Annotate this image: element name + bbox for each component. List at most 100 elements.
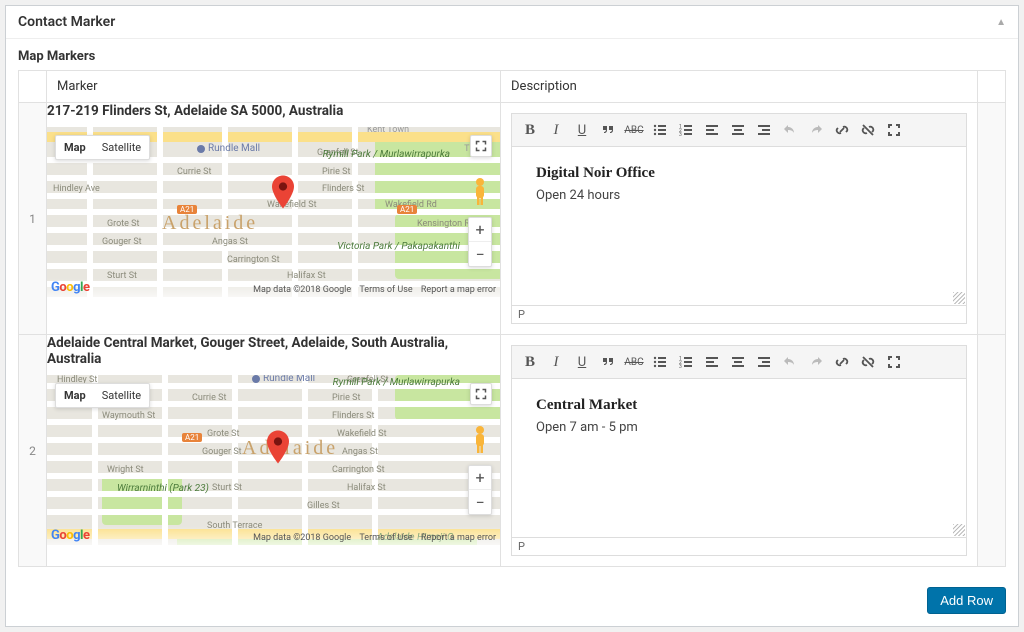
blockquote-button[interactable] [596, 118, 620, 142]
zoom-out-button[interactable]: − [469, 490, 491, 514]
description-cell: B I U ABC 123 [501, 335, 978, 567]
col-desc-header: Description [501, 71, 978, 103]
desc-title: Central Market [536, 397, 942, 414]
markers-table: Marker Description 1 217-219 Flinders St… [18, 70, 1006, 567]
editor-content[interactable]: Central Market Open 7 am - 5 pm [511, 378, 967, 538]
map-type-control[interactable]: Map Satellite [55, 383, 150, 408]
resize-handle[interactable] [953, 524, 965, 536]
undo-button[interactable] [778, 118, 802, 142]
map-type-satellite[interactable]: Satellite [94, 136, 149, 159]
bold-button[interactable]: B [518, 118, 542, 142]
blockquote-button[interactable] [596, 350, 620, 374]
google-logo: Google [51, 280, 89, 295]
bullet-list-button[interactable] [648, 118, 672, 142]
strikethrough-button[interactable]: ABC [622, 118, 646, 142]
link-button[interactable] [830, 118, 854, 142]
map-pin-icon[interactable] [267, 430, 289, 464]
table-row: 1 217-219 Flinders St, Adelaide SA 5000,… [19, 103, 1006, 335]
section-title: Map Markers [6, 39, 1018, 70]
hwy-label: A21 [397, 205, 417, 214]
bullet-list-button[interactable] [648, 350, 672, 374]
col-num-header [19, 71, 47, 103]
align-right-button[interactable] [752, 118, 776, 142]
poi-rundle-mall: Rundle Mall [197, 143, 260, 154]
zoom-control: + − [468, 465, 492, 515]
row-actions[interactable] [978, 103, 1006, 335]
zoom-in-button[interactable]: + [469, 466, 491, 490]
map-attribution: Map data ©2018 Google [253, 533, 351, 543]
svg-text:3: 3 [679, 364, 682, 370]
italic-button[interactable]: I [544, 118, 568, 142]
fullscreen-button[interactable] [882, 350, 906, 374]
panel-title: Contact Marker [18, 14, 115, 30]
svg-text:3: 3 [679, 132, 682, 138]
editor-path: P [511, 538, 967, 556]
link-button[interactable] [830, 350, 854, 374]
align-right-button[interactable] [752, 350, 776, 374]
row-number[interactable]: 1 [19, 103, 47, 335]
align-center-button[interactable] [726, 118, 750, 142]
underline-button[interactable]: U [570, 350, 594, 374]
map-type-map[interactable]: Map [56, 136, 94, 159]
map-type-satellite[interactable]: Satellite [94, 384, 149, 407]
map-attribution: Map data ©2018 Google [253, 285, 351, 295]
fullscreen-button[interactable] [470, 135, 492, 157]
zoom-control: + − [468, 217, 492, 267]
park-label: Victoria Park / Pakapakanthi [337, 241, 460, 252]
park-label: Rymill Park / Murlawirrapurka [333, 377, 460, 388]
map-footer: Google Map data ©2018 Google Terms of Us… [47, 526, 500, 545]
numbered-list-button[interactable]: 123 [674, 118, 698, 142]
collapse-icon[interactable]: ▲ [996, 17, 1006, 28]
panel-header[interactable]: Contact Marker ▲ [6, 6, 1018, 39]
map-report[interactable]: Report a map error [421, 285, 496, 295]
resize-handle[interactable] [953, 292, 965, 304]
numbered-list-button[interactable]: 123 [674, 350, 698, 374]
hwy-label: A21 [177, 205, 197, 214]
description-cell: B I U ABC 123 [501, 103, 978, 335]
map-report[interactable]: Report a map error [421, 533, 496, 543]
align-left-button[interactable] [700, 350, 724, 374]
panel-footer: Add Row [6, 579, 1018, 626]
hwy-label: A21 [182, 433, 202, 442]
zoom-out-button[interactable]: − [469, 242, 491, 266]
editor-content[interactable]: Digital Noir Office Open 24 hours [511, 146, 967, 306]
map-terms[interactable]: Terms of Use [359, 285, 412, 295]
map[interactable]: Hindley St Grenfell St Currie St Pirie S… [47, 375, 500, 545]
row-number[interactable]: 2 [19, 335, 47, 567]
redo-button[interactable] [804, 350, 828, 374]
google-logo: Google [51, 528, 89, 543]
align-left-button[interactable] [700, 118, 724, 142]
editor-toolbar: B I U ABC 123 [511, 113, 967, 146]
fullscreen-button[interactable] [470, 383, 492, 405]
map[interactable]: Kent Town Grenfell St Hindley St Currie … [47, 127, 500, 297]
marker-address: Adelaide Central Market, Gouger Street, … [47, 335, 500, 367]
desc-title: Digital Noir Office [536, 165, 942, 182]
add-row-button[interactable]: Add Row [927, 587, 1006, 614]
underline-button[interactable]: U [570, 118, 594, 142]
unlink-button[interactable] [856, 350, 880, 374]
poi-rundle-mall: Rundle Mall [252, 375, 315, 384]
map-terms[interactable]: Terms of Use [359, 533, 412, 543]
pegman-icon[interactable] [470, 177, 490, 207]
unlink-button[interactable] [856, 118, 880, 142]
pegman-icon[interactable] [470, 425, 490, 455]
map-pin-icon[interactable] [272, 175, 294, 209]
align-center-button[interactable] [726, 350, 750, 374]
row-actions[interactable] [978, 335, 1006, 567]
zoom-in-button[interactable]: + [469, 218, 491, 242]
undo-button[interactable] [778, 350, 802, 374]
col-actions-header [978, 71, 1006, 103]
map-type-map[interactable]: Map [56, 384, 94, 407]
map-type-control[interactable]: Map Satellite [55, 135, 150, 160]
redo-button[interactable] [804, 118, 828, 142]
strikethrough-button[interactable]: ABC [622, 350, 646, 374]
editor-toolbar: B I U ABC 123 [511, 345, 967, 378]
bold-button[interactable]: B [518, 350, 542, 374]
marker-cell: 217-219 Flinders St, Adelaide SA 5000, A… [47, 103, 501, 335]
contact-marker-panel: Contact Marker ▲ Map Markers Marker Desc… [5, 5, 1019, 627]
park-label: Rymill Park / Murlawirrapurka [323, 149, 450, 160]
italic-button[interactable]: I [544, 350, 568, 374]
map-footer: Google Map data ©2018 Google Terms of Us… [47, 278, 500, 297]
rich-text-editor: B I U ABC 123 [511, 345, 967, 556]
fullscreen-button[interactable] [882, 118, 906, 142]
